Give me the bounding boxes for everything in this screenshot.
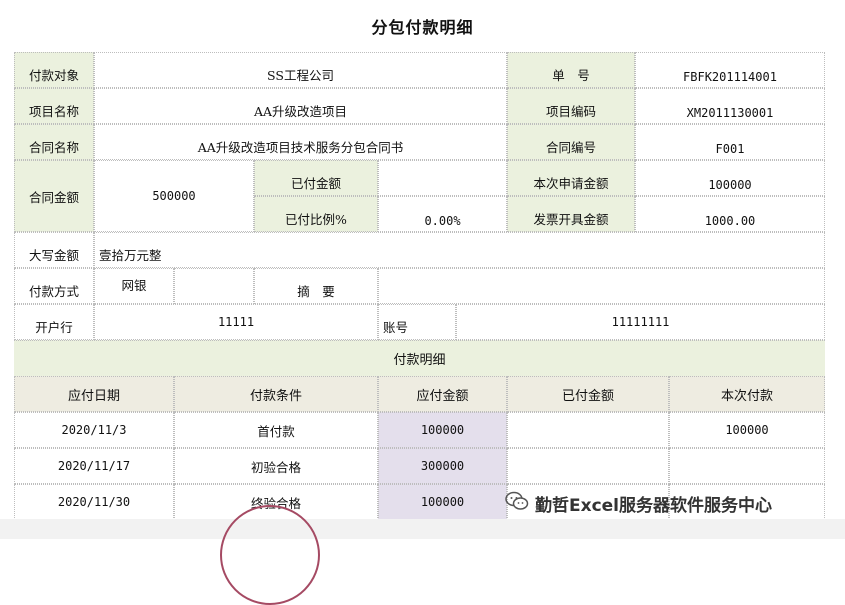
capital-amount-label: 大写金额 — [14, 232, 94, 268]
payee-value[interactable]: SS工程公司 — [94, 52, 507, 88]
row2-this-payment[interactable] — [669, 448, 825, 484]
row2-condition[interactable]: 初验合格 — [174, 448, 378, 484]
bottom-bar — [0, 519, 845, 539]
row1-paid-amount[interactable] — [507, 412, 669, 448]
contract-no-label: 合同编号 — [507, 124, 635, 160]
invoice-amount-label: 发票开具金额 — [507, 196, 635, 232]
watermark-text: 勤哲Excel服务器软件服务中心 — [535, 496, 773, 516]
detail-section-title: 付款明细 — [14, 340, 825, 376]
paid-ratio-value[interactable]: 0.00% — [378, 196, 507, 232]
payment-method-label: 付款方式 — [14, 268, 94, 304]
watermark: 勤哲Excel服务器软件服务中心 — [505, 490, 772, 517]
contract-name-label: 合同名称 — [14, 124, 94, 160]
paid-ratio-label: 已付比例% — [254, 196, 378, 232]
invoice-amount-value[interactable]: 1000.00 — [635, 196, 825, 232]
payment-method-value[interactable]: 网银 — [94, 268, 174, 304]
apply-amount-value[interactable]: 100000 — [635, 160, 825, 196]
column-header-this-payment: 本次付款 — [669, 376, 825, 412]
page-title: 分包付款明细 — [371, 18, 474, 37]
paid-amount-value[interactable] — [378, 160, 507, 196]
contract-name-value[interactable]: AA升级改造项目技术服务分包合同书 — [94, 124, 507, 160]
row3-due-amount[interactable]: 100000 — [378, 484, 507, 520]
column-header-paid-amount: 已付金额 — [507, 376, 669, 412]
row1-condition[interactable]: 首付款 — [174, 412, 378, 448]
row1-due-amount[interactable]: 100000 — [378, 412, 507, 448]
column-header-due-date: 应付日期 — [14, 376, 174, 412]
bank-label: 开户行 — [14, 304, 94, 340]
row3-due-date[interactable]: 2020/11/30 — [14, 484, 174, 520]
contract-amount-label: 合同金额 — [14, 160, 94, 232]
row2-due-amount[interactable]: 300000 — [378, 448, 507, 484]
project-code-label: 项目编码 — [507, 88, 635, 124]
doc-no-value[interactable]: FBFK201114001 — [635, 52, 825, 88]
account-label: 账号 — [378, 304, 456, 340]
row2-due-date[interactable]: 2020/11/17 — [14, 448, 174, 484]
project-name-label: 项目名称 — [14, 88, 94, 124]
payee-label: 付款对象 — [14, 52, 94, 88]
bank-value[interactable]: 11111 — [94, 304, 378, 340]
summary-label: 摘 要 — [254, 268, 378, 304]
account-value[interactable]: 11111111 — [456, 304, 825, 340]
row2-paid-amount[interactable] — [507, 448, 669, 484]
summary-value[interactable] — [378, 268, 825, 304]
project-name-value[interactable]: AA升级改造项目 — [94, 88, 507, 124]
row1-this-payment[interactable]: 100000 — [669, 412, 825, 448]
contract-no-value[interactable]: F001 — [635, 124, 825, 160]
capital-amount-value[interactable]: 壹拾万元整 — [94, 232, 825, 268]
doc-no-label: 单 号 — [507, 52, 635, 88]
wechat-icon — [505, 490, 529, 517]
column-header-due-amount: 应付金额 — [378, 376, 507, 412]
payment-method-blank — [174, 268, 254, 304]
project-code-value[interactable]: XM2011130001 — [635, 88, 825, 124]
seal-stamp — [220, 505, 320, 605]
contract-amount-value[interactable]: 500000 — [94, 160, 254, 232]
apply-amount-label: 本次申请金额 — [507, 160, 635, 196]
row1-due-date[interactable]: 2020/11/3 — [14, 412, 174, 448]
paid-amount-label: 已付金额 — [254, 160, 378, 196]
column-header-condition: 付款条件 — [174, 376, 378, 412]
